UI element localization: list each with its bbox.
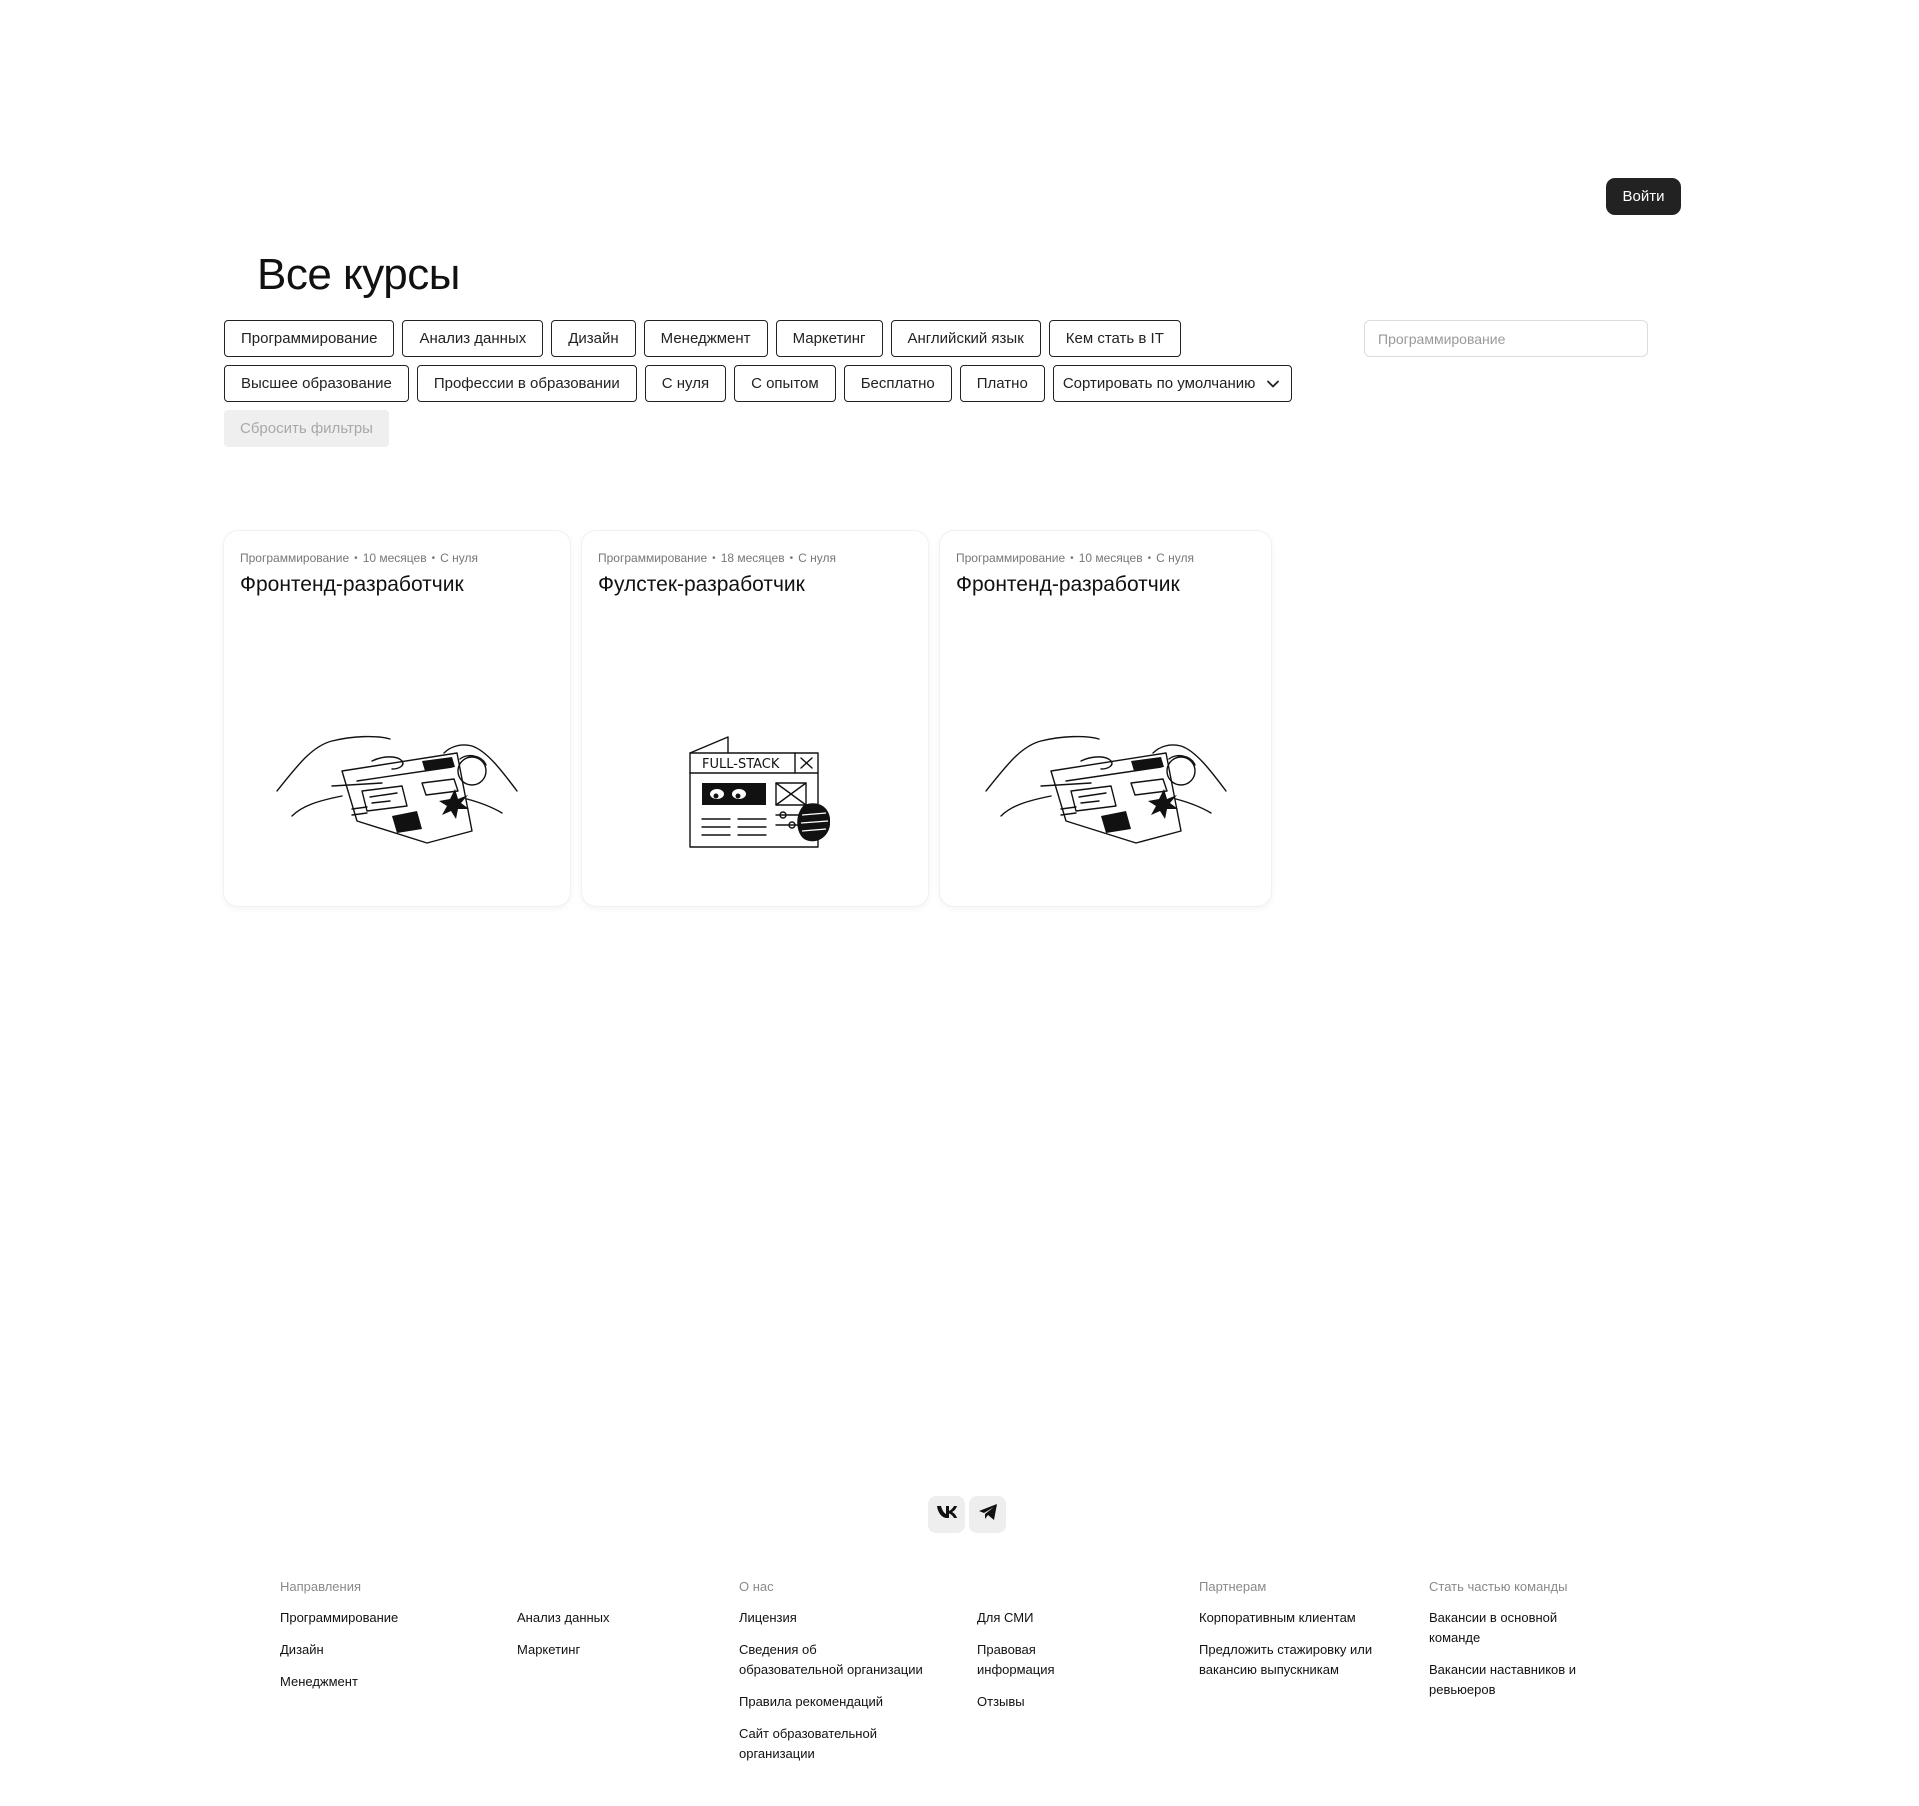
filter-higher-education[interactable]: Высшее образование [224,365,409,402]
filter-design[interactable]: Дизайн [551,320,636,357]
filter-programming[interactable]: Программирование [224,320,395,357]
meta-separator: • [712,552,716,564]
social-links [928,1496,1006,1533]
course-level: С нуля [1156,551,1194,565]
footer-link[interactable]: Программирование [280,1608,398,1628]
filter-from-scratch[interactable]: С нуля [644,365,727,402]
filter-marketing[interactable]: Маркетинг [775,320,883,357]
footer-link[interactable]: Предложить стажировку или вакансию выпус… [1199,1640,1374,1680]
course-title: Фулстек-разработчик [598,573,805,596]
reset-filters-button[interactable]: Сбросить фильтры [224,410,389,447]
sort-select-label: Сортировать по умолчанию [1062,375,1256,392]
footer-heading: О нас [739,1579,774,1594]
filter-free[interactable]: Бесплатно [843,365,952,402]
filters-row-directions: Программирование Анализ данных Дизайн Ме… [224,320,1284,357]
course-meta: Программирование • 10 месяцев • С нуля [240,551,554,565]
footer-link[interactable]: Вакансии в основной команде [1429,1608,1579,1648]
hands-browser-illustration [272,731,522,856]
meta-separator: • [354,552,358,564]
filters-row-options: Высшее образование Профессии в образован… [224,365,1293,402]
course-duration: 10 месяцев [362,551,427,565]
footer-link[interactable]: Для СМИ [977,1608,1072,1628]
telegram-link[interactable] [969,1496,1006,1533]
course-level: С нуля [798,551,836,565]
footer-link[interactable]: Отзывы [977,1692,1072,1712]
footer-directions: Направления Программирование Дизайн Мене… [280,1579,398,1692]
illustration-label: FULL-STACK [702,757,780,772]
meta-separator: • [789,552,794,564]
footer-link[interactable]: Вакансии наставников и ревьюеров [1429,1660,1579,1700]
meta-separator: • [1147,552,1152,564]
footer-link[interactable]: Правовая информация [977,1640,1072,1680]
search-input[interactable] [1364,320,1648,357]
course-category: Программирование [598,551,708,565]
course-meta: Программирование • 18 месяцев • С нуля [598,551,912,565]
filters-panel: Программирование Анализ данных Дизайн Ме… [224,320,1293,455]
footer-heading: Направления [280,1579,362,1594]
footer-link[interactable]: Сайт образовательной организации [739,1724,924,1764]
hands-browser-illustration [981,731,1231,856]
meta-separator: • [431,552,436,564]
vk-icon [936,1505,958,1524]
filter-who-to-become-in-it[interactable]: Кем стать в IT [1048,320,1181,357]
course-meta: Программирование • 10 месяцев • С нуля [956,551,1255,565]
filter-english[interactable]: Английский язык [890,320,1041,357]
filters-row-reset: Сбросить фильтры [224,410,1284,447]
footer-link[interactable]: Корпоративным клиентам [1199,1608,1374,1628]
filter-with-experience[interactable]: С опытом [734,365,836,402]
meta-separator: • [1070,552,1074,564]
course-category: Программирование [240,551,350,565]
chevron-down-icon [1265,376,1281,392]
course-category: Программирование [956,551,1066,565]
filter-data-analysis[interactable]: Анализ данных [402,320,544,357]
course-duration: 10 месяцев [1078,551,1143,565]
page-title: Все курсы [257,250,460,299]
footer-link[interactable]: Менеджмент [280,1672,398,1692]
footer-about: О нас Лицензия Сведения об образовательн… [739,1579,924,1764]
footer-about-more: Для СМИ Правовая информация Отзывы [977,1579,1072,1712]
footer-directions-more: Анализ данных Маркетинг [517,1579,610,1660]
footer-team: Стать частью команды Вакансии в основной… [1429,1579,1579,1700]
sort-select[interactable]: Сортировать по умолчанию [1052,365,1293,402]
telegram-icon [978,1503,998,1526]
footer-link[interactable]: Сведения об образовательной организации [739,1640,924,1680]
footer-partners: Партнерам Корпоративным клиентам Предлож… [1199,1579,1374,1680]
course-level: С нуля [440,551,478,565]
course-title: Фронтенд-разработчик [956,573,1180,596]
course-title: Фронтенд-разработчик [240,573,464,596]
full-stack-window-illustration: FULL-STACK [680,735,831,856]
footer-link[interactable]: Лицензия [739,1608,924,1628]
footer-link[interactable]: Маркетинг [517,1640,610,1660]
footer-heading: Партнерам [1199,1579,1267,1594]
login-button[interactable]: Войти [1606,178,1681,215]
vk-link[interactable] [928,1496,965,1533]
filter-management[interactable]: Менеджмент [643,320,768,357]
filter-paid[interactable]: Платно [959,365,1045,402]
footer-link[interactable]: Дизайн [280,1640,398,1660]
filter-education-professions[interactable]: Профессии в образовании [416,365,637,402]
footer-link[interactable]: Анализ данных [517,1608,610,1628]
course-card[interactable]: Программирование • 18 месяцев • С нуля Ф… [582,531,928,906]
footer-heading: Стать частью команды [1429,1579,1568,1594]
footer-link[interactable]: Правила рекомендаций [739,1692,924,1712]
course-card[interactable]: Программирование • 10 месяцев • С нуля Ф… [224,531,570,906]
course-card[interactable]: Программирование • 10 месяцев • С нуля Ф… [940,531,1271,906]
course-duration: 18 месяцев [720,551,785,565]
